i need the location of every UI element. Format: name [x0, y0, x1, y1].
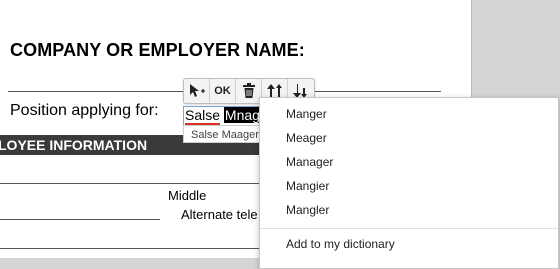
position-input[interactable]: Salse Mnag — [183, 106, 263, 126]
suggestion-preview: Salse Maager — [183, 125, 263, 143]
form-line — [0, 219, 160, 220]
form-line — [0, 183, 262, 184]
spellcheck-context-menu: Manger Meager Manager Mangier Mangler Ad… — [259, 97, 559, 269]
alternate-phone-label: Alternate tele — [181, 207, 258, 222]
suggestion-item[interactable]: Mangier — [286, 179, 329, 193]
delete-icon — [242, 83, 255, 98]
move-icon — [189, 84, 205, 97]
form-line — [0, 248, 262, 249]
menu-separator — [260, 228, 558, 229]
suggestion-item[interactable]: Meager — [286, 131, 327, 145]
move-button[interactable] — [184, 79, 210, 103]
middle-name-label: Middle — [168, 188, 207, 203]
ok-button[interactable]: OK — [210, 79, 236, 103]
position-label: Position applying for: — [10, 102, 159, 119]
selected-word[interactable]: Mnag — [223, 107, 261, 123]
misspelled-word[interactable]: Salse — [185, 107, 221, 125]
suggestion-item[interactable]: Manager — [286, 155, 333, 169]
suggestion-item[interactable]: Manger — [286, 107, 327, 121]
section-title: LOYEE INFORMATION — [0, 137, 148, 153]
company-name-label: COMPANY OR EMPLOYER NAME: — [10, 40, 305, 60]
add-to-dictionary-item[interactable]: Add to my dictionary — [286, 237, 395, 251]
suggestion-item[interactable]: Mangler — [286, 203, 329, 217]
